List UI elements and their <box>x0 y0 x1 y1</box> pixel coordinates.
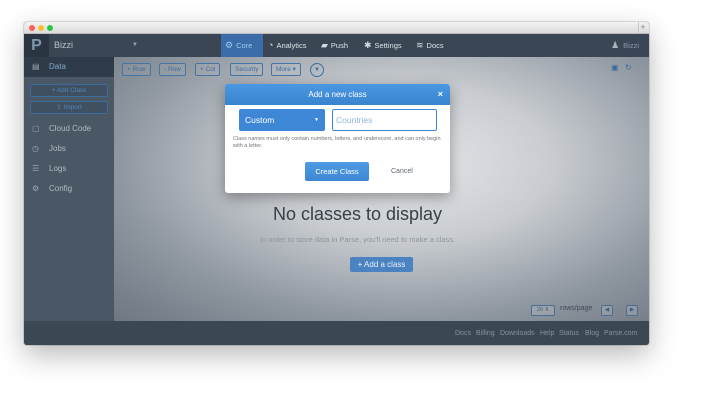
sidebar-item-cloud-code[interactable]: ▢ Cloud Code <box>24 119 114 139</box>
class-name-input[interactable] <box>332 109 437 131</box>
footer-link-docs[interactable]: Docs <box>455 330 471 337</box>
caret-down-icon: ▼ <box>314 117 319 123</box>
previous-page-button[interactable]: ◀ <box>601 305 613 316</box>
previous-icon: ◀ <box>604 307 610 313</box>
new-tab-plus-icon[interactable]: + <box>638 22 647 33</box>
push-icon: ▰ <box>321 40 328 50</box>
add-class-sidebar-button[interactable]: + Add Class <box>30 84 108 97</box>
add-column-button[interactable]: + Col <box>195 63 221 76</box>
chevron-down-icon[interactable]: ▼ <box>132 34 138 57</box>
rows-per-page-label: rows/page <box>560 305 593 312</box>
footer-link-downloads[interactable]: Downloads <box>500 330 535 337</box>
schema-icon[interactable]: ▣ <box>611 63 619 72</box>
add-class-dialog: Add a new class × Custom ▼ Class names m… <box>225 84 450 193</box>
dialog-title: Add a new class <box>225 84 450 105</box>
next-icon: ▶ <box>629 307 635 313</box>
tab-core[interactable]: ⚙ Core <box>221 34 263 57</box>
more-button[interactable]: More ▾ <box>271 63 301 76</box>
tab-analytics[interactable]: ◔ Analytics <box>264 34 316 57</box>
config-icon: ⚙ <box>32 184 40 193</box>
sidebar-item-data[interactable]: ▤ Data <box>24 57 114 77</box>
sidebar-item-logs[interactable]: ☰ Logs <box>24 159 114 179</box>
empty-state-title: No classes to display <box>272 204 443 224</box>
jobs-icon: ◷ <box>32 144 39 153</box>
title-bar: + <box>24 22 649 34</box>
sidebar: ▤ Data + Add Class ⇪ Import ▢ Cloud Code ◷… <box>24 57 114 345</box>
footer-link-blog[interactable]: Blog <box>585 330 599 337</box>
next-page-button[interactable]: ▶ <box>626 305 638 316</box>
app-selector[interactable]: Bizzi <box>54 34 73 57</box>
maximize-window-button[interactable] <box>47 25 53 31</box>
user-menu[interactable]: ♟ Bizzi <box>611 34 639 57</box>
footer-link-parse[interactable]: Parse.com <box>604 330 637 337</box>
filter-icon[interactable]: ▼ <box>310 63 324 77</box>
class-name-hint: Class names must only contain numbers, l… <box>233 136 441 149</box>
rows-per-page-select[interactable]: 20 ⇕ <box>531 305 555 316</box>
top-navigation: P Bizzi ▼ ⚙ Core ◔ Analytics ▰ Push ✱ Settin… <box>24 34 649 57</box>
gear-icon: ⚙ <box>225 40 234 50</box>
footer-link-billing[interactable]: Billing <box>476 330 495 337</box>
add-row-button[interactable]: + Row <box>122 63 151 76</box>
class-type-select[interactable]: Custom ▼ <box>239 109 325 131</box>
logs-icon: ☰ <box>32 164 40 173</box>
sidebar-item-jobs[interactable]: ◷ Jobs <box>24 139 114 159</box>
add-class-button[interactable]: + Add a class <box>350 257 413 272</box>
footer <box>24 321 649 345</box>
refresh-icon[interactable]: ↻ <box>625 63 632 72</box>
docs-icon: ≋ <box>416 40 424 50</box>
analytics-icon: ◔ <box>268 40 274 50</box>
tab-settings[interactable]: ✱ Settings <box>360 34 410 57</box>
tab-push[interactable]: ▰ Push <box>317 34 359 57</box>
create-class-button[interactable]: Create Class <box>305 162 369 181</box>
parse-logo[interactable]: P <box>24 34 49 57</box>
sidebar-item-config[interactable]: ⚙ Config <box>24 179 114 199</box>
footer-link-help[interactable]: Help <box>540 330 554 337</box>
close-window-button[interactable] <box>29 25 35 31</box>
security-button[interactable]: Security <box>230 63 264 76</box>
close-icon[interactable]: × <box>438 84 443 105</box>
remove-row-button[interactable]: - Row <box>159 63 186 76</box>
empty-state-subtitle: In order to store data in Parse, you'll … <box>259 235 456 244</box>
minimize-window-button[interactable] <box>38 25 44 31</box>
data-icon: ▤ <box>32 62 40 71</box>
cancel-button[interactable]: Cancel <box>391 162 413 181</box>
settings-icon: ✱ <box>364 40 372 50</box>
import-button[interactable]: ⇪ Import <box>30 101 108 114</box>
tab-docs[interactable]: ≋ Docs <box>412 34 452 57</box>
stepper-icon: ⇕ <box>544 307 550 313</box>
cloud-code-icon: ▢ <box>32 124 40 133</box>
footer-link-status[interactable]: Status <box>559 330 579 337</box>
user-icon: ♟ <box>611 40 620 50</box>
